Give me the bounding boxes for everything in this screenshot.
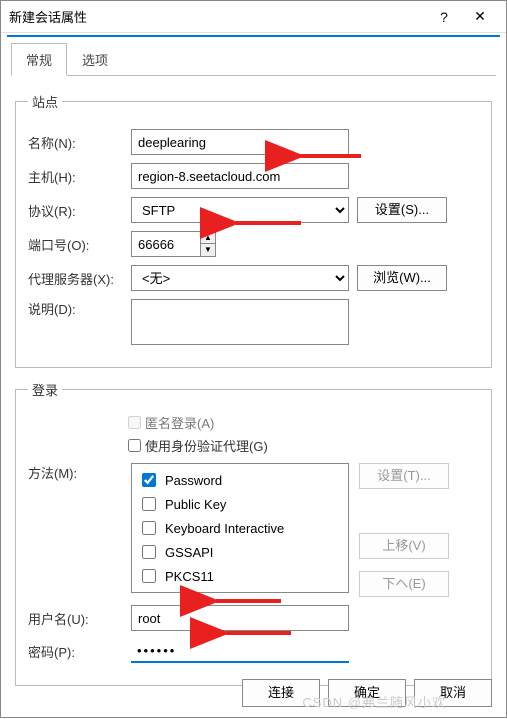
name-input[interactable] (131, 129, 349, 155)
footer: 连接 确定 取消 (242, 679, 492, 707)
tab-strip: 常规 选项 (11, 43, 496, 76)
idproxy-label: 使用身份验证代理(G) (145, 436, 268, 455)
close-button[interactable]: ✕ (462, 8, 498, 25)
cancel-button[interactable]: 取消 (414, 679, 492, 707)
spin-down-icon[interactable]: ▼ (201, 244, 215, 256)
password-input[interactable] (131, 639, 349, 663)
desc-label: 说明(D): (28, 299, 123, 318)
port-label: 端口号(O): (28, 235, 123, 254)
anon-label: 匿名登录(A) (145, 413, 214, 432)
help-button[interactable]: ? (426, 9, 462, 25)
port-spinner[interactable]: ▲▼ (201, 231, 216, 257)
login-group: 登录 匿名登录(A) 使用身份验证代理(G) 方法(M): Password P… (15, 380, 492, 686)
username-input[interactable] (131, 605, 349, 631)
method-pkcs11[interactable]: PKCS11 (138, 564, 342, 588)
method-label: 方法(M): (28, 463, 123, 482)
tab-options[interactable]: 选项 (67, 43, 123, 76)
proxy-label: 代理服务器(X): (28, 269, 123, 288)
move-up-button: 上移(V) (359, 533, 449, 559)
proxy-select[interactable]: <无> (131, 265, 349, 291)
anon-row: 匿名登录(A) (128, 413, 479, 432)
window-title: 新建会话属性 (9, 7, 426, 26)
method-keyboard[interactable]: Keyboard Interactive (138, 516, 342, 540)
method-password[interactable]: Password (138, 468, 342, 492)
idproxy-row[interactable]: 使用身份验证代理(G) (128, 436, 479, 455)
host-label: 主机(H): (28, 167, 123, 186)
connect-button[interactable]: 连接 (242, 679, 320, 707)
ok-button[interactable]: 确定 (328, 679, 406, 707)
move-down-button: 下へ(E) (359, 571, 449, 597)
anon-checkbox (128, 416, 141, 429)
method-keyboard-checkbox[interactable] (142, 521, 156, 535)
site-group: 站点 名称(N): 主机(H): 协议(R): SFTP 设置(S)... 端口… (15, 92, 492, 368)
method-capi[interactable]: CAPI (138, 588, 342, 593)
method-publickey-checkbox[interactable] (142, 497, 156, 511)
desc-textarea[interactable] (131, 299, 349, 345)
methods-listbox[interactable]: Password Public Key Keyboard Interactive… (131, 463, 349, 593)
pwd-label: 密码(P): (28, 642, 123, 661)
protocol-select[interactable]: SFTP (131, 197, 349, 223)
login-legend: 登录 (28, 380, 62, 399)
idproxy-checkbox[interactable] (128, 439, 141, 452)
spin-up-icon[interactable]: ▲ (201, 232, 215, 244)
browse-button[interactable]: 浏览(W)... (357, 265, 447, 291)
site-legend: 站点 (28, 92, 62, 111)
accent-line (7, 35, 500, 37)
panel: 站点 名称(N): 主机(H): 协议(R): SFTP 设置(S)... 端口… (1, 76, 506, 706)
name-label: 名称(N): (28, 133, 123, 152)
settings-button[interactable]: 设置(S)... (357, 197, 447, 223)
method-pkcs11-checkbox[interactable] (142, 569, 156, 583)
protocol-label: 协议(R): (28, 201, 123, 220)
method-password-checkbox[interactable] (142, 473, 156, 487)
user-label: 用户名(U): (28, 609, 123, 628)
method-publickey[interactable]: Public Key (138, 492, 342, 516)
port-input[interactable] (131, 231, 201, 257)
tab-general[interactable]: 常规 (11, 43, 67, 76)
method-settings-button: 设置(T)... (359, 463, 449, 489)
host-input[interactable] (131, 163, 349, 189)
titlebar: 新建会话属性 ? ✕ (1, 1, 506, 33)
method-gssapi-checkbox[interactable] (142, 545, 156, 559)
method-gssapi[interactable]: GSSAPI (138, 540, 342, 564)
